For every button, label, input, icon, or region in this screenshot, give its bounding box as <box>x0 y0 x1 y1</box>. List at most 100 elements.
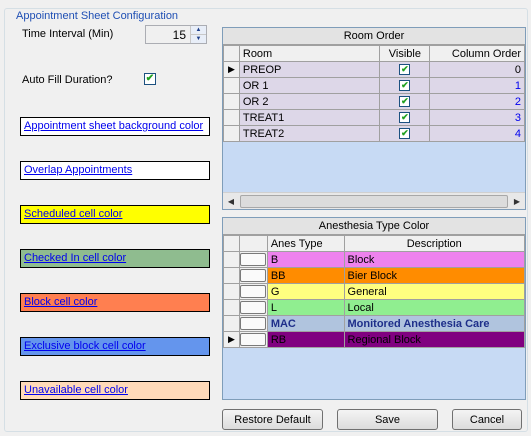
time-interval-spinner[interactable]: 15 ▲ ▼ <box>145 25 207 44</box>
description-cell[interactable]: General <box>343 283 525 300</box>
table-row[interactable]: G General <box>223 283 525 300</box>
row-selector[interactable] <box>223 109 240 126</box>
color-link[interactable]: Checked In cell color <box>24 252 126 264</box>
column-order-cell[interactable]: 4 <box>429 125 525 142</box>
color-picker-button[interactable] <box>240 301 267 314</box>
color-link-box[interactable]: Appointment sheet background color <box>20 117 210 136</box>
table-row[interactable]: B Block <box>223 251 525 268</box>
row-selector[interactable] <box>223 125 240 142</box>
visible-cell[interactable]: ✔ <box>379 109 431 126</box>
save-button[interactable]: Save <box>337 409 438 430</box>
table-row[interactable]: TREAT2 ✔ 4 <box>223 125 525 142</box>
column-header-description[interactable]: Description <box>343 235 525 252</box>
visible-cell[interactable]: ✔ <box>379 61 431 78</box>
room-cell[interactable]: OR 1 <box>238 77 381 94</box>
color-picker-cell[interactable] <box>238 251 268 268</box>
table-row[interactable]: L Local <box>223 299 525 316</box>
column-header-room[interactable]: Room <box>238 45 381 62</box>
column-header-column-order[interactable]: Column Order <box>429 45 525 62</box>
color-link[interactable]: Scheduled cell color <box>24 208 122 220</box>
row-selector[interactable]: ▶ <box>223 61 240 78</box>
color-link-box[interactable]: Block cell color <box>20 293 210 312</box>
anes-type-cell[interactable]: BB <box>266 267 345 284</box>
row-selector[interactable] <box>223 283 240 300</box>
auto-fill-checkbox[interactable]: ✔ <box>144 73 156 85</box>
table-row[interactable]: ▶ PREOP ✔ 0 <box>223 61 525 78</box>
visible-cell[interactable]: ✔ <box>379 93 431 110</box>
color-picker-button[interactable] <box>240 333 267 346</box>
color-picker-cell[interactable] <box>238 267 268 284</box>
row-selector[interactable] <box>223 93 240 110</box>
description-cell[interactable]: Bier Block <box>343 267 525 284</box>
visible-cell[interactable]: ✔ <box>379 125 431 142</box>
color-picker-button[interactable] <box>240 285 267 298</box>
description-cell[interactable]: Monitored Anesthesia Care <box>343 315 525 332</box>
row-selector[interactable]: ▶ <box>223 331 240 348</box>
visible-cell[interactable]: ✔ <box>379 77 431 94</box>
anes-type-cell[interactable]: L <box>266 299 345 316</box>
visible-checkbox[interactable]: ✔ <box>399 80 411 92</box>
anesthesia-type-grid[interactable]: Anesthesia Type Color Anes Type Descript… <box>222 217 526 400</box>
scroll-right-icon[interactable]: ▶ <box>509 193 525 209</box>
row-selector[interactable] <box>223 77 240 94</box>
room-order-grid[interactable]: Room Order Room Visible Column Order ▶ PR… <box>222 27 526 210</box>
row-selector[interactable] <box>223 315 240 332</box>
anes-type-cell[interactable]: B <box>266 251 345 268</box>
description-cell[interactable]: Regional Block <box>343 331 525 348</box>
spin-up-icon[interactable]: ▲ <box>191 26 206 35</box>
column-order-cell[interactable]: 3 <box>429 109 525 126</box>
color-link-box[interactable]: Exclusive block cell color <box>20 337 210 356</box>
color-link[interactable]: Block cell color <box>24 296 97 308</box>
scroll-thumb[interactable] <box>240 195 508 208</box>
anesthesia-caption: Anesthesia Type Color <box>223 218 525 235</box>
color-picker-cell[interactable] <box>238 283 268 300</box>
column-order-cell[interactable]: 0 <box>429 61 525 78</box>
column-header-visible[interactable]: Visible <box>379 45 431 62</box>
color-link-box[interactable]: Scheduled cell color <box>20 205 210 224</box>
table-row[interactable]: ▶ RB Regional Block <box>223 331 525 348</box>
description-cell[interactable]: Block <box>343 251 525 268</box>
table-row[interactable]: TREAT1 ✔ 3 <box>223 109 525 126</box>
color-picker-button[interactable] <box>240 269 267 282</box>
visible-checkbox[interactable]: ✔ <box>399 112 411 124</box>
restore-default-button[interactable]: Restore Default <box>222 409 323 430</box>
color-link[interactable]: Appointment sheet background color <box>24 120 203 132</box>
description-cell[interactable]: Local <box>343 299 525 316</box>
table-row[interactable]: OR 2 ✔ 2 <box>223 93 525 110</box>
table-row[interactable]: BB Bier Block <box>223 267 525 284</box>
room-cell[interactable]: TREAT1 <box>238 109 381 126</box>
column-order-cell[interactable]: 2 <box>429 93 525 110</box>
room-cell[interactable]: OR 2 <box>238 93 381 110</box>
time-interval-value[interactable]: 15 <box>173 28 186 42</box>
scroll-left-icon[interactable]: ◀ <box>223 193 239 209</box>
column-header-anes-type[interactable]: Anes Type <box>266 235 345 252</box>
color-picker-cell[interactable] <box>238 331 268 348</box>
column-order-cell[interactable]: 1 <box>429 77 525 94</box>
color-link[interactable]: Unavailable cell color <box>24 384 128 396</box>
visible-checkbox[interactable]: ✔ <box>399 64 411 76</box>
anes-type-cell[interactable]: RB <box>266 331 345 348</box>
color-link-box[interactable]: Overlap Appointments <box>20 161 210 180</box>
room-cell[interactable]: TREAT2 <box>238 125 381 142</box>
anes-type-cell[interactable]: MAC <box>266 315 345 332</box>
color-picker-button[interactable] <box>240 317 267 330</box>
color-picker-cell[interactable] <box>238 299 268 316</box>
row-selector[interactable] <box>223 251 240 268</box>
row-selector[interactable] <box>223 267 240 284</box>
room-grid-horizontal-scrollbar[interactable]: ◀ ▶ <box>223 192 525 209</box>
visible-checkbox[interactable]: ✔ <box>399 96 411 108</box>
color-link-box[interactable]: Checked In cell color <box>20 249 210 268</box>
anes-type-cell[interactable]: G <box>266 283 345 300</box>
row-selector[interactable] <box>223 299 240 316</box>
visible-checkbox[interactable]: ✔ <box>399 128 411 140</box>
table-row[interactable]: MAC Monitored Anesthesia Care <box>223 315 525 332</box>
color-link[interactable]: Overlap Appointments <box>24 164 132 176</box>
spin-down-icon[interactable]: ▼ <box>191 35 206 43</box>
color-link-box[interactable]: Unavailable cell color <box>20 381 210 400</box>
color-picker-button[interactable] <box>240 253 267 266</box>
color-picker-cell[interactable] <box>238 315 268 332</box>
cancel-button[interactable]: Cancel <box>452 409 522 430</box>
room-cell[interactable]: PREOP <box>238 61 381 78</box>
table-row[interactable]: OR 1 ✔ 1 <box>223 77 525 94</box>
color-link[interactable]: Exclusive block cell color <box>24 340 146 352</box>
